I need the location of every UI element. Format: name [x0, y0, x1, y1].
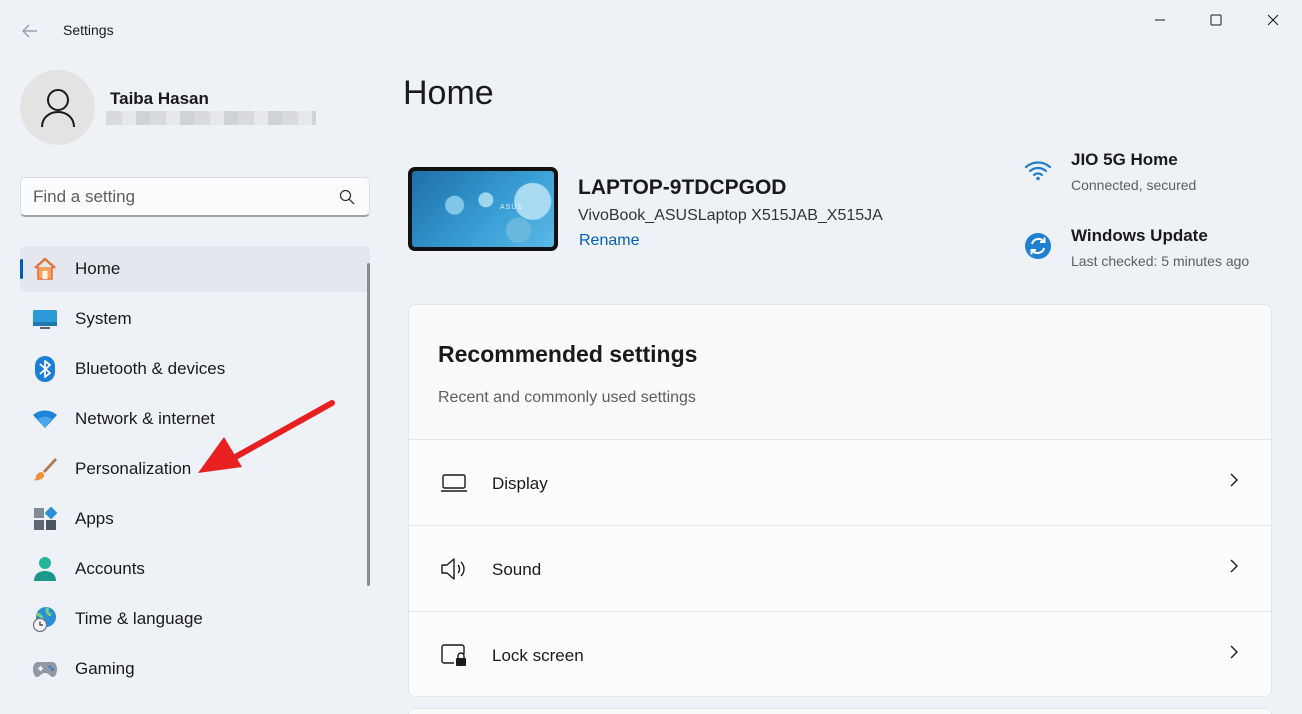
setting-row-lock-screen[interactable]: Lock screen — [409, 611, 1271, 696]
sidebar-item-label: Bluetooth & devices — [75, 359, 226, 378]
title-bar: Settings — [0, 0, 1302, 60]
app-title: Settings — [63, 22, 114, 38]
wallpaper-brand-mark: ASUS — [500, 204, 524, 211]
network-status-text: Connected, secured — [1071, 177, 1197, 193]
bluetooth-icon — [32, 356, 58, 382]
avatar[interactable] — [20, 70, 95, 145]
back-button[interactable] — [14, 16, 46, 46]
sidebar-item-accounts[interactable]: Accounts — [20, 546, 370, 592]
back-arrow-icon — [22, 24, 37, 38]
sidebar-item-time-language[interactable]: Time & language — [20, 596, 370, 642]
search-box[interactable] — [20, 177, 370, 217]
user-name: Taiba Hasan — [110, 89, 209, 108]
home-icon — [32, 256, 58, 282]
rename-link[interactable]: Rename — [579, 232, 639, 250]
sidebar-item-label: Accounts — [75, 559, 145, 578]
sidebar-item-home[interactable]: Home — [20, 246, 370, 292]
maximize-icon — [1210, 14, 1222, 26]
sidebar-item-label: System — [75, 309, 132, 328]
display-icon — [440, 470, 468, 496]
sidebar-item-apps[interactable]: Apps — [20, 496, 370, 542]
setting-row-sound[interactable]: Sound — [409, 525, 1271, 611]
device-name: LAPTOP-9TDCPGOD — [578, 176, 787, 199]
row-label: Sound — [492, 560, 542, 579]
wifi-icon — [32, 406, 58, 432]
sidebar-item-label: Apps — [75, 509, 114, 528]
sound-icon — [440, 556, 468, 582]
row-label: Lock screen — [492, 646, 584, 665]
maximize-button[interactable] — [1193, 0, 1239, 40]
search-input[interactable] — [33, 187, 333, 207]
close-button[interactable] — [1250, 0, 1296, 40]
redacted-email — [106, 111, 316, 125]
apps-icon — [32, 506, 58, 532]
sidebar-item-system[interactable]: System — [20, 296, 370, 342]
chevron-right-icon — [1229, 472, 1239, 493]
person-icon — [40, 88, 75, 127]
accounts-icon — [32, 556, 58, 582]
annotation-arrow-icon — [198, 400, 335, 473]
sidebar-item-label: Time & language — [75, 609, 203, 628]
row-label: Display — [492, 474, 548, 493]
minimize-button[interactable] — [1137, 0, 1183, 40]
lock-screen-icon — [440, 642, 468, 668]
page-title: Home — [403, 74, 494, 112]
system-icon — [32, 306, 58, 332]
setting-row-display[interactable]: Display — [409, 439, 1271, 525]
sidebar-item-label: Home — [75, 259, 121, 278]
brush-icon — [32, 456, 58, 482]
recommended-settings-card: Recommended settings Recent and commonly… — [408, 304, 1272, 697]
wallpaper-image: ASUS — [412, 171, 554, 247]
device-model: VivoBook_ASUSLaptop X515JAB_X515JA — [578, 207, 883, 224]
network-name: JIO 5G Home — [1071, 150, 1178, 169]
sidebar-item-label: Gaming — [75, 659, 135, 678]
wifi-icon — [1022, 154, 1054, 186]
search-icon[interactable] — [339, 189, 355, 210]
sidebar-item-gaming[interactable]: Gaming — [20, 646, 370, 692]
card-title: Recommended settings — [438, 341, 698, 367]
sidebar-item-label: Personalization — [75, 459, 192, 478]
close-icon — [1267, 14, 1279, 26]
refresh-icon — [1022, 230, 1054, 262]
update-title: Windows Update — [1071, 226, 1208, 245]
chevron-right-icon — [1229, 644, 1239, 665]
minimize-icon — [1155, 19, 1165, 21]
sidebar-scrollbar[interactable] — [367, 263, 370, 586]
update-status-text: Last checked: 5 minutes ago — [1071, 253, 1250, 269]
chevron-right-icon — [1229, 558, 1239, 579]
time-language-icon — [32, 606, 58, 632]
device-thumbnail: ASUS — [408, 167, 558, 251]
gaming-icon — [32, 656, 58, 682]
sidebar-item-bluetooth[interactable]: Bluetooth & devices — [20, 346, 370, 392]
card-subtitle: Recent and commonly used settings — [438, 389, 696, 406]
next-card-edge — [408, 708, 1272, 714]
